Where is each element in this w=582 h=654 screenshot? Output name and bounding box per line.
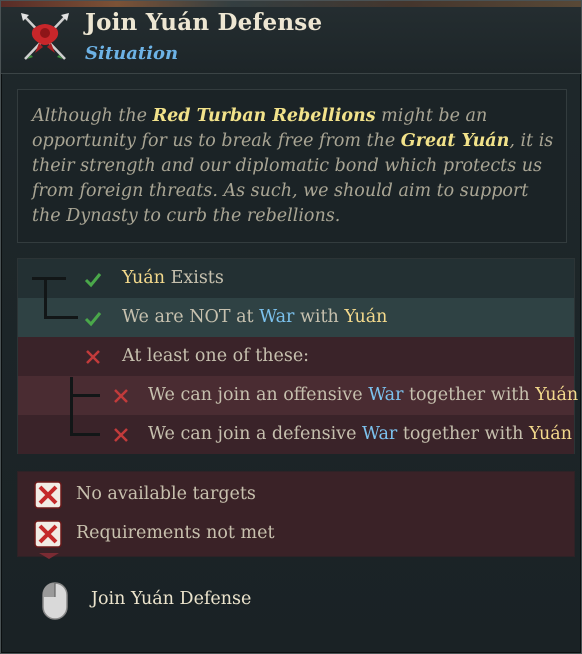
requirement-text-part: together with [397,424,529,444]
highlight-red-turban[interactable]: Red Turban Rebellions [153,106,376,126]
status-text: No available targets [76,484,256,504]
country-link[interactable]: Yuán [529,424,572,444]
requirement-text: Yuán Exists [122,268,224,288]
war-link[interactable]: War [368,385,403,405]
cross-icon [114,428,128,442]
action-label: Join Yuán Defense [91,589,252,609]
check-icon [84,273,102,288]
requirement-text: We are NOT at War with Yuán [122,307,387,327]
requirement-text-part: Exists [165,268,224,288]
country-link[interactable]: Yuán [122,268,165,288]
country-link[interactable]: Yuán [535,385,578,405]
requirement-text-part: with [294,307,345,327]
description-text: Although the Red Turban Rebellions might… [32,106,554,226]
requirement-text-part: We are NOT at [122,307,260,327]
red-x-box-icon [34,481,62,509]
requirement-text-part: together with [403,385,536,405]
tree-line [70,394,100,397]
situation-tooltip: Join Yuán Defense Situation Although the… [0,0,582,654]
cross-icon [86,350,100,364]
check-icon [84,312,102,327]
requirement-text-part: At least one of these: [122,346,310,366]
requirement-text: At least one of these: [122,346,309,366]
tree-line [70,377,73,435]
status-requirements-not-met: Requirements not met [18,515,574,553]
requirements-list: Yuán Exists We are NOT at War with Yuán … [17,258,578,454]
requirement-text: We can join an offensive War together wi… [148,385,578,405]
war-link[interactable]: War [259,307,294,327]
status-box: No available targets Requirements not me… [17,471,575,557]
tree-line [70,433,100,436]
requirement-row: Yuán Exists [18,259,574,298]
requirement-text-part: We can join a defensive [148,424,362,444]
red-x-box-icon [34,520,62,548]
cross-icon [114,389,128,403]
tree-line [32,277,66,280]
header-decor-strip [1,1,581,7]
requirement-row: We can join an offensive War together wi… [18,376,578,415]
status-no-targets: No available targets [18,476,574,514]
status-text: Requirements not met [76,523,275,543]
situation-title: Join Yuán Defense [85,9,323,36]
requirement-text-part: We can join an offensive [148,385,369,405]
status-pointer [39,553,59,559]
tooltip-header: Join Yuán Defense Situation [1,1,581,74]
war-link[interactable]: War [362,424,397,444]
highlight-great-yuan[interactable]: Great Yuán [401,131,510,151]
requirement-row: We can join a defensive War together wit… [18,415,574,454]
tree-line [44,316,78,319]
situation-description: Although the Red Turban Rebellions might… [17,89,567,243]
join-defense-action[interactable]: Join Yuán Defense [37,579,337,623]
country-link[interactable]: Yuán [344,307,387,327]
requirement-row: We are NOT at War with Yuán [18,298,574,337]
mouse-left-click-icon [42,582,68,620]
requirement-row: At least one of these: [18,337,574,376]
red-crossed-banners-icon [21,13,69,60]
requirement-text: We can join a defensive War together wit… [148,424,572,444]
tree-line [44,277,47,319]
situation-subtitle: Situation [85,43,179,64]
